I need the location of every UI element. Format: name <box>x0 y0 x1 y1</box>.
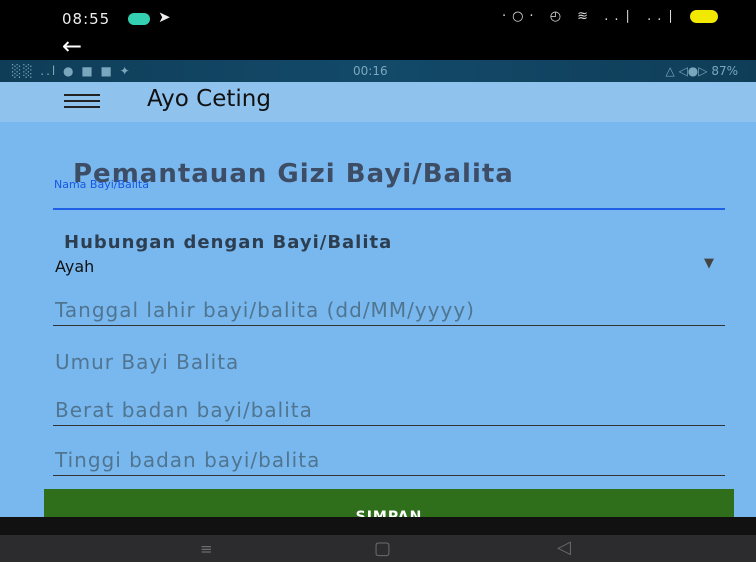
dropdown-caret-icon[interactable]: ▼ <box>704 256 714 271</box>
hamburger-menu-icon[interactable] <box>64 94 100 108</box>
battery-icon <box>690 10 718 23</box>
form-area: Pemantauan Gizi Bayi/Balita Nama Bayi/Ba… <box>0 122 756 517</box>
age-field[interactable] <box>53 346 725 378</box>
back-nav-icon[interactable]: ◁ <box>557 537 571 558</box>
system-navigation-bar: ≡ ▢ ◁ <box>0 535 756 562</box>
birthdate-field[interactable] <box>53 294 725 326</box>
name-field-underline <box>53 208 725 210</box>
home-icon[interactable]: ▢ <box>374 538 391 559</box>
recent-apps-icon[interactable]: ≡ <box>200 540 213 558</box>
back-arrow-icon[interactable]: ← <box>62 32 82 60</box>
height-field[interactable] <box>53 444 725 476</box>
relation-label: Hubungan dengan Bayi/Balita <box>64 232 393 253</box>
navigation-arrow-icon: ➤ <box>158 8 171 26</box>
inner-status-bar: ░░ ..l ● ■ ■ ✦ 00:16 △ ◁●▷ 87% <box>0 60 756 82</box>
inner-status-time: 00:16 <box>353 64 388 78</box>
recording-badge-icon <box>128 13 150 25</box>
outer-status-bar: 08:55 ➤ ·○· ◴ ≋ ..∣ ..∣ <box>0 0 756 34</box>
inner-status-left-icons: ░░ ..l ● ■ ■ ✦ <box>12 64 132 78</box>
back-row: ← <box>0 32 756 60</box>
outer-status-time: 08:55 <box>62 10 111 28</box>
weight-field[interactable] <box>53 394 725 426</box>
save-button[interactable]: SIMPAN <box>44 489 734 517</box>
bottom-black-bar <box>0 517 756 535</box>
app-title: Ayo Ceting <box>147 86 271 112</box>
inner-status-right-icons: △ ◁●▷ 87% <box>665 64 738 78</box>
name-field[interactable] <box>53 178 725 210</box>
app-bar: Ayo Ceting <box>0 82 756 122</box>
outer-status-icons: ·○· ◴ ≋ ..∣ ..∣ <box>502 9 718 24</box>
relation-select[interactable]: Ayah <box>55 257 94 276</box>
status-signal-icons: ·○· ◴ ≋ ..∣ ..∣ <box>501 9 680 24</box>
